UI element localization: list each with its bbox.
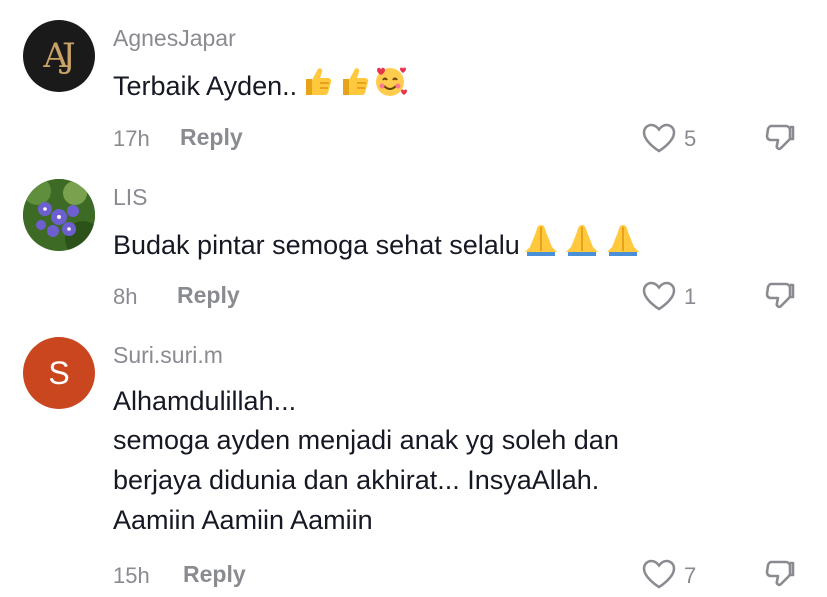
comment-text-line: semoga ayden menjadi anak yg soleh dan: [113, 425, 619, 455]
avatar[interactable]: S: [23, 337, 95, 409]
avatar-letter: S: [48, 354, 70, 391]
comment-username[interactable]: Suri.suri.m: [113, 342, 223, 369]
comment-text-line: berjaya didunia dan akhirat... InsyaAlla…: [113, 465, 600, 495]
dislike-icon[interactable]: [762, 556, 798, 592]
comment-text-line: Aamiin Aamiin Aamiin: [113, 505, 373, 535]
comment-timestamp: 15h: [113, 563, 150, 588]
comment-item: S Suri.suri.m Alhamdulillah... semoga ay…: [0, 0, 827, 593]
reply-button[interactable]: Reply: [183, 561, 246, 588]
comment-text-line: Alhamdulillah...: [113, 386, 297, 416]
like-heart-icon[interactable]: [641, 558, 677, 590]
like-count: 7: [684, 563, 697, 588]
